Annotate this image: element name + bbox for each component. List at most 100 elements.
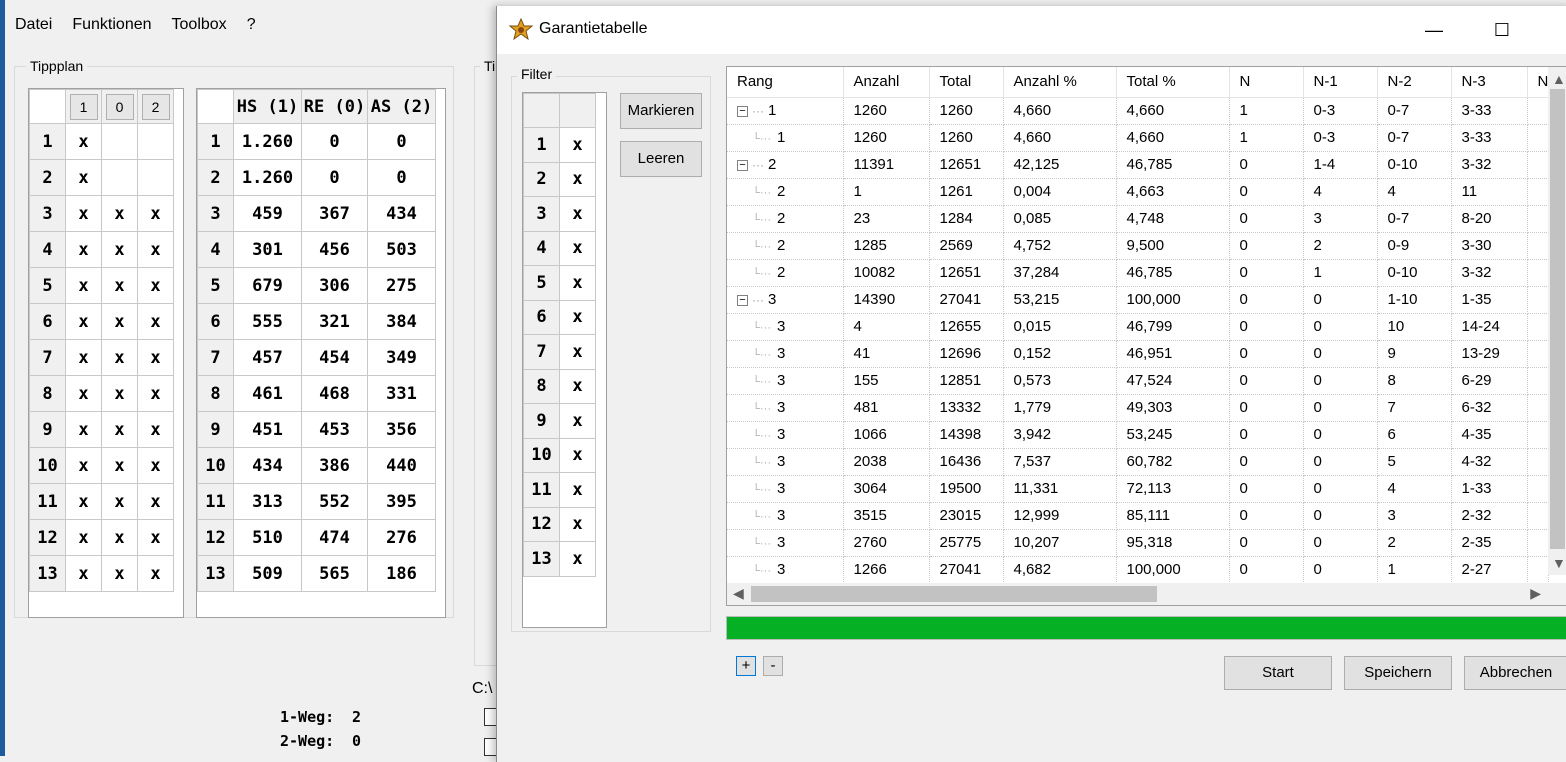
- tree-row[interactable]: └··· 2 1285 2569 4,752 9,500 0 2 0-9 3-30: [727, 232, 1550, 260]
- tree-row[interactable]: └··· 3 4 12655 0,015 46,799 0 0 10 14-24: [727, 313, 1550, 341]
- tip-cell[interactable]: x: [101, 447, 138, 484]
- tip-cell[interactable]: x: [137, 303, 174, 340]
- tree-row[interactable]: └··· 3 41 12696 0,152 46,951 0 0 9 13-29: [727, 340, 1550, 368]
- tip-cell[interactable]: [137, 123, 174, 160]
- horizontal-scroll-thumb[interactable]: [751, 586, 1157, 602]
- column-header[interactable]: N-3: [1451, 67, 1528, 98]
- horizontal-scrollbar[interactable]: ◀ ▶: [727, 583, 1566, 605]
- tree-row[interactable]: − ··· 3 14390 27041 53,215 100,000 0 0 1-10 1-35: [727, 286, 1550, 314]
- scroll-left-icon[interactable]: ◀: [733, 585, 744, 602]
- tip-cell[interactable]: x: [65, 411, 102, 448]
- tip-cell[interactable]: x: [65, 447, 102, 484]
- stats-grid[interactable]: HS (1) RE (0) AS (2) 1 1.260 0 0 2 1.260 0 0 3 459 36…: [196, 88, 446, 618]
- tip-cell[interactable]: [137, 159, 174, 196]
- expander-icon[interactable]: −: [737, 105, 748, 117]
- tip-cell[interactable]: x: [137, 339, 174, 376]
- tip-cell[interactable]: x: [101, 267, 138, 304]
- column-header[interactable]: Rang: [727, 67, 844, 98]
- tip-cell[interactable]: x: [137, 411, 174, 448]
- tip-cell[interactable]: x: [137, 375, 174, 412]
- scroll-up-icon[interactable]: ▲: [1552, 71, 1566, 87]
- tree-row[interactable]: └··· 3 3515 23015 12,999 85,111 0 0 3 2-32: [727, 502, 1550, 530]
- filter-cell[interactable]: x: [559, 472, 596, 508]
- tip-cell[interactable]: x: [101, 375, 138, 412]
- menu-help[interactable]: ?: [237, 12, 266, 42]
- tip-cell[interactable]: x: [65, 339, 102, 376]
- tip-cell[interactable]: [101, 159, 138, 196]
- tip-cell[interactable]: x: [101, 339, 138, 376]
- minimize-button[interactable]: —: [1411, 14, 1457, 46]
- vertical-scroll-thumb[interactable]: [1550, 89, 1565, 549]
- filter-cell[interactable]: x: [559, 403, 596, 439]
- filter-cell[interactable]: x: [559, 127, 596, 163]
- tip-cell[interactable]: x: [137, 267, 174, 304]
- tip-cell[interactable]: x: [101, 519, 138, 556]
- tip-cell[interactable]: x: [65, 555, 102, 592]
- vertical-scrollbar[interactable]: ▲ ▼: [1548, 67, 1566, 575]
- menu-datei[interactable]: Datei: [5, 12, 62, 42]
- tip-cell[interactable]: x: [65, 267, 102, 304]
- scroll-right-icon[interactable]: ▶: [1530, 585, 1541, 602]
- tip-cell[interactable]: x: [101, 303, 138, 340]
- scroll-down-icon[interactable]: ▼: [1552, 555, 1566, 571]
- maximize-button[interactable]: ☐: [1479, 14, 1525, 46]
- tip-cell[interactable]: x: [65, 303, 102, 340]
- expander-icon[interactable]: −: [737, 159, 748, 171]
- column-header[interactable]: Total %: [1116, 67, 1230, 98]
- tip-cell[interactable]: [101, 123, 138, 160]
- column-header[interactable]: Total: [929, 67, 1004, 98]
- tip-cell[interactable]: x: [101, 555, 138, 592]
- tree-row[interactable]: └··· 3 155 12851 0,573 47,524 0 0 8 6-29: [727, 367, 1550, 395]
- garantie-tree-table[interactable]: Rang Anzahl Total Anzahl % Total % N N-1 N-2 N-3…: [726, 66, 1566, 606]
- tree-row[interactable]: └··· 1 1260 1260 4,660 4,660 1 0-3 0-7 3-33: [727, 124, 1550, 152]
- tree-row[interactable]: − ··· 2 11391 12651 42,125 46,785 0 1-4 0-10 3-32: [727, 151, 1550, 179]
- filter-cell[interactable]: x: [559, 230, 596, 266]
- tree-row[interactable]: └··· 2 23 1284 0,085 4,748 0 3 0-7 8-20: [727, 205, 1550, 233]
- column-header[interactable]: N-1: [1303, 67, 1378, 98]
- tip-cell[interactable]: x: [101, 411, 138, 448]
- filter-cell[interactable]: x: [559, 265, 596, 301]
- tip-cell[interactable]: x: [137, 231, 174, 268]
- column-header[interactable]: N-2: [1377, 67, 1452, 98]
- menu-toolbox[interactable]: Toolbox: [162, 12, 237, 42]
- filter-cell[interactable]: x: [559, 196, 596, 232]
- tip-cell[interactable]: x: [137, 447, 174, 484]
- start-button[interactable]: Start: [1224, 656, 1332, 690]
- abbrechen-button[interactable]: Abbrechen: [1464, 656, 1566, 690]
- tip-cell[interactable]: x: [101, 231, 138, 268]
- tip-cell[interactable]: x: [65, 519, 102, 556]
- tippplan-header-button[interactable]: 2: [141, 93, 170, 120]
- tippplan-header-button[interactable]: 1: [69, 93, 98, 120]
- filter-cell[interactable]: x: [559, 437, 596, 473]
- collapse-all-button[interactable]: -: [763, 656, 783, 676]
- column-header[interactable]: Anzahl %: [1003, 67, 1117, 98]
- title-bar[interactable]: Garantietabelle — ☐: [497, 6, 1566, 54]
- expander-icon[interactable]: −: [737, 294, 748, 306]
- tip-cell[interactable]: x: [65, 195, 102, 232]
- menu-funktionen[interactable]: Funktionen: [62, 12, 161, 42]
- filter-cell[interactable]: x: [559, 506, 596, 542]
- tip-cell[interactable]: x: [65, 483, 102, 520]
- tip-cell[interactable]: x: [137, 555, 174, 592]
- tree-row[interactable]: └··· 3 3064 19500 11,331 72,113 0 0 4 1-33: [727, 475, 1550, 503]
- expand-all-button[interactable]: +: [736, 656, 756, 676]
- tip-cell[interactable]: x: [137, 195, 174, 232]
- tree-row[interactable]: └··· 3 1266 27041 4,682 100,000 0 0 1 2-27: [727, 556, 1550, 584]
- tip-cell[interactable]: x: [65, 231, 102, 268]
- filter-grid[interactable]: 1 x 2 x 3 x 4 x 5 x 6 x 7 x 8 x 9 x 10 x 11 x 12 x 13 x: [522, 92, 607, 628]
- tree-row[interactable]: └··· 3 2760 25775 10,207 95,318 0 0 2 2-35: [727, 529, 1550, 557]
- column-header[interactable]: Anzahl: [843, 67, 930, 98]
- column-header[interactable]: N: [1229, 67, 1304, 98]
- tip-cell[interactable]: x: [65, 123, 102, 160]
- filter-cell[interactable]: x: [559, 541, 596, 577]
- tree-row[interactable]: └··· 3 1066 14398 3,942 53,245 0 0 6 4-35: [727, 421, 1550, 449]
- tree-row[interactable]: └··· 2 1 1261 0,004 4,663 0 4 4 11: [727, 178, 1550, 206]
- filter-cell[interactable]: x: [559, 368, 596, 404]
- tippplan-header-button[interactable]: 0: [105, 93, 134, 120]
- filter-cell[interactable]: x: [559, 299, 596, 335]
- tree-row[interactable]: − ··· 1 1260 1260 4,660 4,660 1 0-3 0-7 3-33: [727, 97, 1550, 125]
- column-header[interactable]: N: [1527, 67, 1550, 98]
- tip-cell[interactable]: x: [101, 195, 138, 232]
- tippplan-grid[interactable]: 1 0 2 1 x 2 x 3 x x x 4 x x x 5 x x x 6 x x x 7 x x x 8 x x x 9 x x x 10 x x x…: [28, 88, 184, 618]
- tree-row[interactable]: └··· 3 481 13332 1,779 49,303 0 0 7 6-32: [727, 394, 1550, 422]
